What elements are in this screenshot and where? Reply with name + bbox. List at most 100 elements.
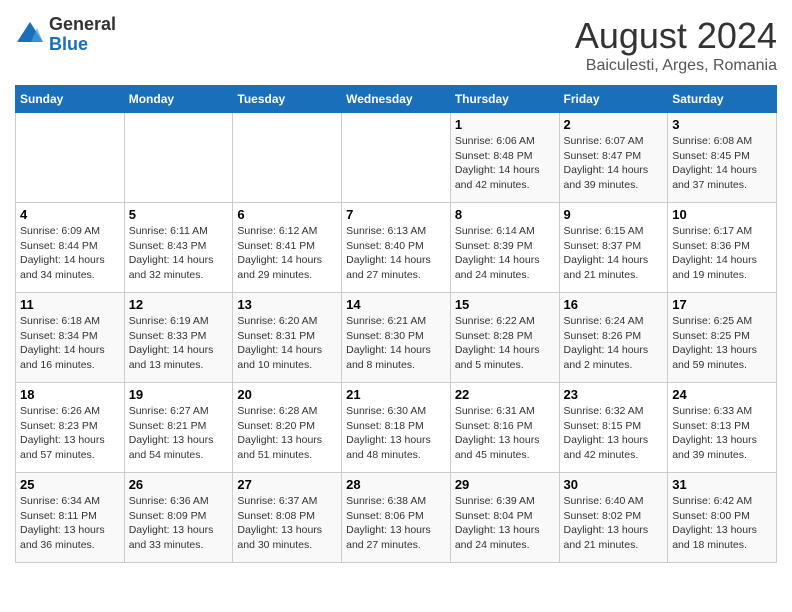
day-info: Sunrise: 6:09 AM Sunset: 8:44 PM Dayligh… — [20, 224, 120, 283]
day-info: Sunrise: 6:33 AM Sunset: 8:13 PM Dayligh… — [672, 404, 772, 463]
day-info: Sunrise: 6:30 AM Sunset: 8:18 PM Dayligh… — [346, 404, 446, 463]
day-info: Sunrise: 6:42 AM Sunset: 8:00 PM Dayligh… — [672, 494, 772, 553]
day-number: 2 — [564, 117, 664, 132]
calendar-cell: 15 Sunrise: 6:22 AM Sunset: 8:28 PM Dayli… — [450, 293, 559, 383]
day-info: Sunrise: 6:28 AM Sunset: 8:20 PM Dayligh… — [237, 404, 337, 463]
weekday-header-sunday: Sunday — [16, 86, 125, 113]
calendar-cell: 28 Sunrise: 6:38 AM Sunset: 8:06 PM Dayli… — [342, 473, 451, 563]
calendar-cell — [124, 113, 233, 203]
day-number: 15 — [455, 297, 555, 312]
day-info: Sunrise: 6:25 AM Sunset: 8:25 PM Dayligh… — [672, 314, 772, 373]
day-number: 3 — [672, 117, 772, 132]
day-info: Sunrise: 6:18 AM Sunset: 8:34 PM Dayligh… — [20, 314, 120, 373]
calendar-cell: 26 Sunrise: 6:36 AM Sunset: 8:09 PM Dayli… — [124, 473, 233, 563]
day-info: Sunrise: 6:14 AM Sunset: 8:39 PM Dayligh… — [455, 224, 555, 283]
calendar-body: 1 Sunrise: 6:06 AM Sunset: 8:48 PM Daylig… — [16, 113, 777, 563]
day-info: Sunrise: 6:11 AM Sunset: 8:43 PM Dayligh… — [129, 224, 229, 283]
calendar-cell: 23Sunrise: 6:32 AM Sunset: 8:15 PM Dayli… — [559, 383, 668, 473]
day-number: 22 — [455, 387, 555, 402]
day-number: 27 — [237, 477, 337, 492]
day-info: Sunrise: 6:08 AM Sunset: 8:45 PM Dayligh… — [672, 134, 772, 193]
day-info: Sunrise: 6:21 AM Sunset: 8:30 PM Dayligh… — [346, 314, 446, 373]
day-number: 25 — [20, 477, 120, 492]
calendar-cell — [342, 113, 451, 203]
calendar-cell: 9 Sunrise: 6:15 AM Sunset: 8:37 PM Daylig… — [559, 203, 668, 293]
day-number: 18 — [20, 387, 120, 402]
calendar-cell: 14 Sunrise: 6:21 AM Sunset: 8:30 PM Dayli… — [342, 293, 451, 383]
weekday-header-wednesday: Wednesday — [342, 86, 451, 113]
calendar-cell: 6Sunrise: 6:12 AM Sunset: 8:41 PM Daylig… — [233, 203, 342, 293]
day-info: Sunrise: 6:37 AM Sunset: 8:08 PM Dayligh… — [237, 494, 337, 553]
calendar-cell: 1 Sunrise: 6:06 AM Sunset: 8:48 PM Daylig… — [450, 113, 559, 203]
calendar-week-5: 25 Sunrise: 6:34 AM Sunset: 8:11 PM Dayli… — [16, 473, 777, 563]
day-number: 4 — [20, 207, 120, 222]
day-number: 8 — [455, 207, 555, 222]
calendar-cell: 20 Sunrise: 6:28 AM Sunset: 8:20 PM Dayli… — [233, 383, 342, 473]
day-number: 9 — [564, 207, 664, 222]
day-number: 16 — [564, 297, 664, 312]
calendar-cell: 19 Sunrise: 6:27 AM Sunset: 8:21 PM Dayli… — [124, 383, 233, 473]
day-info: Sunrise: 6:20 AM Sunset: 8:31 PM Dayligh… — [237, 314, 337, 373]
calendar-week-2: 4 Sunrise: 6:09 AM Sunset: 8:44 PM Daylig… — [16, 203, 777, 293]
calendar-cell: 4 Sunrise: 6:09 AM Sunset: 8:44 PM Daylig… — [16, 203, 125, 293]
logo-general: General — [49, 14, 116, 34]
header: General Blue August 2024 Baiculesti, Arg… — [15, 15, 777, 75]
day-info: Sunrise: 6:34 AM Sunset: 8:11 PM Dayligh… — [20, 494, 120, 553]
calendar-cell: 10 Sunrise: 6:17 AM Sunset: 8:36 PM Dayli… — [668, 203, 777, 293]
day-number: 17 — [672, 297, 772, 312]
day-info: Sunrise: 6:07 AM Sunset: 8:47 PM Dayligh… — [564, 134, 664, 193]
day-number: 1 — [455, 117, 555, 132]
day-number: 7 — [346, 207, 446, 222]
calendar-cell: 25 Sunrise: 6:34 AM Sunset: 8:11 PM Dayli… — [16, 473, 125, 563]
day-number: 14 — [346, 297, 446, 312]
title-area: August 2024 Baiculesti, Arges, Romania — [575, 15, 777, 75]
calendar-week-3: 11Sunrise: 6:18 AM Sunset: 8:34 PM Dayli… — [16, 293, 777, 383]
day-info: Sunrise: 6:27 AM Sunset: 8:21 PM Dayligh… — [129, 404, 229, 463]
day-info: Sunrise: 6:06 AM Sunset: 8:48 PM Dayligh… — [455, 134, 555, 193]
day-info: Sunrise: 6:22 AM Sunset: 8:28 PM Dayligh… — [455, 314, 555, 373]
month-title: August 2024 — [575, 15, 777, 57]
subtitle: Baiculesti, Arges, Romania — [575, 57, 777, 75]
calendar-cell: 17 Sunrise: 6:25 AM Sunset: 8:25 PM Dayli… — [668, 293, 777, 383]
day-number: 29 — [455, 477, 555, 492]
day-info: Sunrise: 6:36 AM Sunset: 8:09 PM Dayligh… — [129, 494, 229, 553]
calendar-cell: 31Sunrise: 6:42 AM Sunset: 8:00 PM Dayli… — [668, 473, 777, 563]
day-number: 12 — [129, 297, 229, 312]
day-number: 21 — [346, 387, 446, 402]
day-number: 13 — [237, 297, 337, 312]
calendar-cell: 2 Sunrise: 6:07 AM Sunset: 8:47 PM Daylig… — [559, 113, 668, 203]
calendar-cell — [233, 113, 342, 203]
day-number: 26 — [129, 477, 229, 492]
weekday-header-saturday: Saturday — [668, 86, 777, 113]
calendar-cell: 22Sunrise: 6:31 AM Sunset: 8:16 PM Dayli… — [450, 383, 559, 473]
day-number: 20 — [237, 387, 337, 402]
calendar-cell: 24 Sunrise: 6:33 AM Sunset: 8:13 PM Dayli… — [668, 383, 777, 473]
logo-blue: Blue — [49, 34, 88, 54]
day-info: Sunrise: 6:13 AM Sunset: 8:40 PM Dayligh… — [346, 224, 446, 283]
calendar-cell: 8 Sunrise: 6:14 AM Sunset: 8:39 PM Daylig… — [450, 203, 559, 293]
day-number: 10 — [672, 207, 772, 222]
calendar-week-4: 18 Sunrise: 6:26 AM Sunset: 8:23 PM Dayli… — [16, 383, 777, 473]
weekday-header-monday: Monday — [124, 86, 233, 113]
calendar-cell: 29Sunrise: 6:39 AM Sunset: 8:04 PM Dayli… — [450, 473, 559, 563]
calendar-cell: 13 Sunrise: 6:20 AM Sunset: 8:31 PM Dayli… — [233, 293, 342, 383]
day-info: Sunrise: 6:15 AM Sunset: 8:37 PM Dayligh… — [564, 224, 664, 283]
day-info: Sunrise: 6:24 AM Sunset: 8:26 PM Dayligh… — [564, 314, 664, 373]
calendar-header: SundayMondayTuesdayWednesdayThursdayFrid… — [16, 86, 777, 113]
weekday-header-row: SundayMondayTuesdayWednesdayThursdayFrid… — [16, 86, 777, 113]
day-number: 28 — [346, 477, 446, 492]
day-info: Sunrise: 6:38 AM Sunset: 8:06 PM Dayligh… — [346, 494, 446, 553]
day-number: 30 — [564, 477, 664, 492]
day-number: 19 — [129, 387, 229, 402]
day-number: 6 — [237, 207, 337, 222]
day-info: Sunrise: 6:17 AM Sunset: 8:36 PM Dayligh… — [672, 224, 772, 283]
day-number: 5 — [129, 207, 229, 222]
logo: General Blue — [15, 15, 116, 55]
day-info: Sunrise: 6:40 AM Sunset: 8:02 PM Dayligh… — [564, 494, 664, 553]
calendar-cell: 7 Sunrise: 6:13 AM Sunset: 8:40 PM Daylig… — [342, 203, 451, 293]
day-number: 24 — [672, 387, 772, 402]
calendar-cell: 27 Sunrise: 6:37 AM Sunset: 8:08 PM Dayli… — [233, 473, 342, 563]
day-info: Sunrise: 6:26 AM Sunset: 8:23 PM Dayligh… — [20, 404, 120, 463]
day-info: Sunrise: 6:32 AM Sunset: 8:15 PM Dayligh… — [564, 404, 664, 463]
calendar-cell: 30 Sunrise: 6:40 AM Sunset: 8:02 PM Dayli… — [559, 473, 668, 563]
